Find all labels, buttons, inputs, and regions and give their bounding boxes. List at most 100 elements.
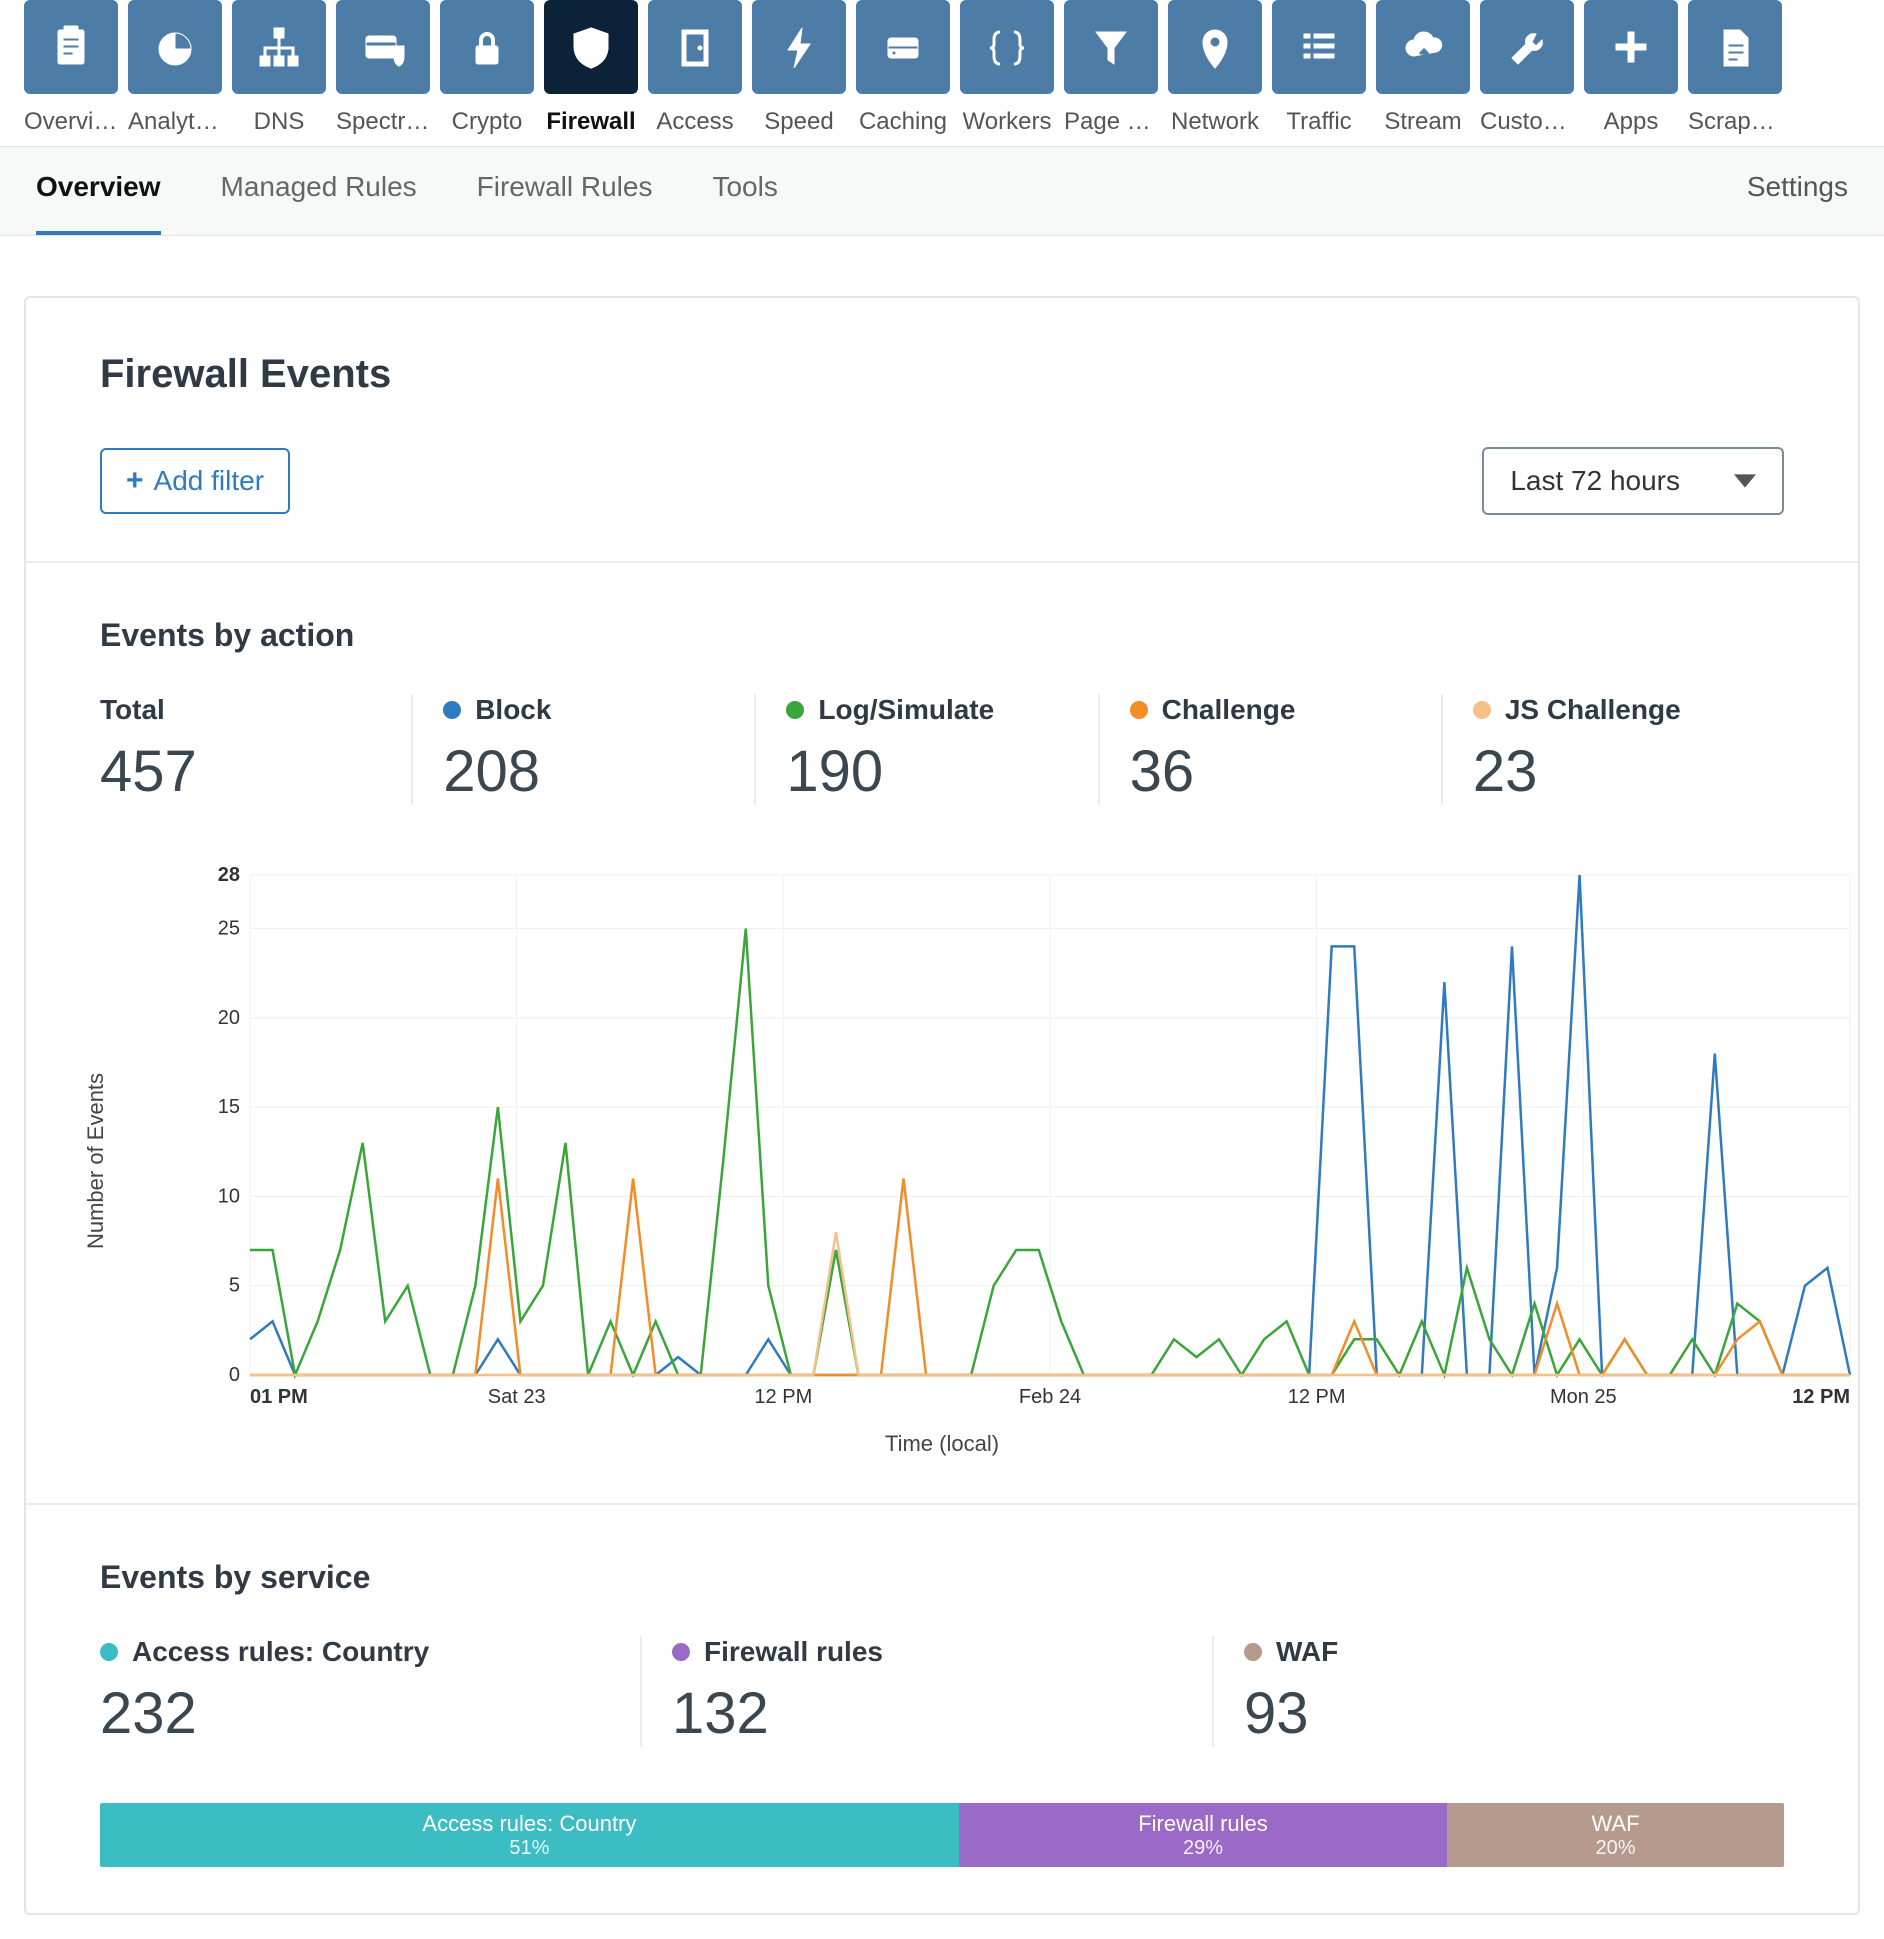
- nav-label: DNS: [254, 108, 305, 136]
- card-shield-icon: [336, 0, 430, 94]
- time-range-value: Last 72 hours: [1510, 465, 1680, 497]
- wrench-icon: [1480, 0, 1574, 94]
- legend-dot: [1473, 701, 1491, 719]
- stat-label: Total: [100, 694, 381, 726]
- nav-item-traffic[interactable]: Traffic: [1272, 0, 1366, 136]
- nav-item-custom-p-[interactable]: Custom P…: [1480, 0, 1574, 136]
- segment-pct: 20%: [1596, 1837, 1636, 1860]
- stat-label: JS Challenge: [1473, 694, 1754, 726]
- subtab-tools[interactable]: Tools: [712, 171, 777, 235]
- stat-log-simulate: Log/Simulate 190: [786, 694, 1099, 805]
- service-label: Firewall rules: [672, 1636, 1182, 1668]
- nav-label: Speed: [764, 108, 833, 136]
- drive-icon: [856, 0, 950, 94]
- nav-item-page-rules[interactable]: Page Rules: [1064, 0, 1158, 136]
- action-stats-row: Total 457 Block208 Log/Simulate 190 Challenge…: [100, 694, 1784, 805]
- stat-value: 457: [100, 738, 381, 805]
- nav-label: Traffic: [1286, 108, 1351, 136]
- nav-item-crypto[interactable]: Crypto: [440, 0, 534, 136]
- chevron-down-icon: [1734, 470, 1756, 492]
- nav-item-access[interactable]: Access: [648, 0, 742, 136]
- nav-item-firewall[interactable]: Firewall: [544, 0, 638, 136]
- pie-icon: [128, 0, 222, 94]
- stat-label: Log/Simulate: [786, 694, 1067, 726]
- nav-item-dns[interactable]: DNS: [232, 0, 326, 136]
- subtab-overview[interactable]: Overview: [36, 171, 161, 235]
- nav-item-speed[interactable]: Speed: [752, 0, 846, 136]
- bar-segment-firewall-rules: Firewall rules29%: [959, 1803, 1447, 1867]
- nav-item-network[interactable]: Network: [1168, 0, 1262, 136]
- nav-item-spectrum[interactable]: Spectrum: [336, 0, 430, 136]
- nav-item-analytics[interactable]: Analytics: [128, 0, 222, 136]
- add-filter-label: Add filter: [154, 465, 265, 497]
- stat-block: Block208: [443, 694, 756, 805]
- doc-icon: [1688, 0, 1782, 94]
- legend-dot: [672, 1643, 690, 1661]
- stat-challenge: Challenge36: [1130, 694, 1443, 805]
- svg-text:0: 0: [229, 1364, 240, 1386]
- service-label: Access rules: Country: [100, 1636, 610, 1668]
- segment-label: Firewall rules: [1138, 1811, 1268, 1837]
- nav-label: Network: [1171, 108, 1259, 136]
- events-chart: Number of Events 05101520252801 PMSat 23…: [100, 865, 1784, 1457]
- legend-dot: [100, 1643, 118, 1661]
- legend-dot: [443, 701, 461, 719]
- nav-item-workers[interactable]: Workers: [960, 0, 1054, 136]
- chart-y-axis-label: Number of Events: [83, 1073, 109, 1249]
- nav-item-overview[interactable]: Overview: [24, 0, 118, 136]
- svg-text:12 PM: 12 PM: [1288, 1386, 1346, 1408]
- service-stacked-bar: Access rules: Country51%Firewall rules29…: [100, 1803, 1784, 1867]
- service-stat-firewall-rules: Firewall rules 132: [672, 1636, 1214, 1747]
- nav-item-stream[interactable]: Stream: [1376, 0, 1470, 136]
- nav-label: Crypto: [452, 108, 523, 136]
- segment-label: Access rules: Country: [422, 1811, 636, 1837]
- subtab-firewall-rules[interactable]: Firewall Rules: [477, 171, 653, 235]
- stat-label: Challenge: [1130, 694, 1411, 726]
- bar-segment-access-rules-country: Access rules: Country51%: [100, 1803, 959, 1867]
- svg-text:Feb 24: Feb 24: [1019, 1386, 1081, 1408]
- service-label: WAF: [1244, 1636, 1754, 1668]
- chart-x-axis-label: Time (local): [100, 1431, 1784, 1457]
- nav-item-caching[interactable]: Caching: [856, 0, 950, 136]
- nav-item-apps[interactable]: Apps: [1584, 0, 1678, 136]
- stat-value: 190: [786, 738, 1067, 805]
- nav-label: Scrape S…: [1688, 108, 1782, 136]
- nav-label: Firewall: [546, 108, 635, 136]
- segment-pct: 29%: [1183, 1837, 1223, 1860]
- svg-text:12 PM: 12 PM: [1792, 1386, 1850, 1408]
- service-stat-waf: WAF 93: [1244, 1636, 1784, 1747]
- add-filter-button[interactable]: + Add filter: [100, 448, 290, 514]
- nav-label: Caching: [859, 108, 947, 136]
- svg-text:01 PM: 01 PM: [250, 1386, 308, 1408]
- svg-text:15: 15: [218, 1096, 240, 1118]
- svg-text:20: 20: [218, 1007, 240, 1029]
- nav-label: Spectrum: [336, 108, 430, 136]
- nav-label: Page Rules: [1064, 108, 1158, 136]
- svg-text:12 PM: 12 PM: [754, 1386, 812, 1408]
- stat-value: 23: [1473, 738, 1754, 805]
- nav-label: Overview: [24, 108, 118, 136]
- service-value: 93: [1244, 1680, 1754, 1747]
- service-value: 232: [100, 1680, 610, 1747]
- door-icon: [648, 0, 742, 94]
- events-by-action-section: Events by action Total 457 Block208 Log/Sim…: [26, 563, 1858, 1505]
- list-icon: [1272, 0, 1366, 94]
- service-value: 132: [672, 1680, 1182, 1747]
- subtab-managed-rules[interactable]: Managed Rules: [221, 171, 417, 235]
- nav-item-scrape-s-[interactable]: Scrape S…: [1688, 0, 1782, 136]
- shield-icon: [544, 0, 638, 94]
- events-by-service-title: Events by service: [100, 1559, 1784, 1596]
- lock-icon: [440, 0, 534, 94]
- time-range-dropdown[interactable]: Last 72 hours: [1482, 447, 1784, 515]
- plus-icon: +: [126, 464, 144, 498]
- firewall-subtabs: Overview Managed Rules Firewall Rules Tools…: [0, 147, 1884, 236]
- svg-text:10: 10: [218, 1185, 240, 1207]
- settings-link[interactable]: Settings: [1747, 171, 1848, 235]
- stat-value: 208: [443, 738, 724, 805]
- bar-segment-waf: WAF20%: [1447, 1803, 1784, 1867]
- clipboard-icon: [24, 0, 118, 94]
- service-stats-row: Access rules: Country 232 Firewall rules 13…: [100, 1636, 1784, 1747]
- nav-label: Workers: [963, 108, 1052, 136]
- events-by-action-title: Events by action: [100, 617, 1784, 654]
- plus-icon: [1584, 0, 1678, 94]
